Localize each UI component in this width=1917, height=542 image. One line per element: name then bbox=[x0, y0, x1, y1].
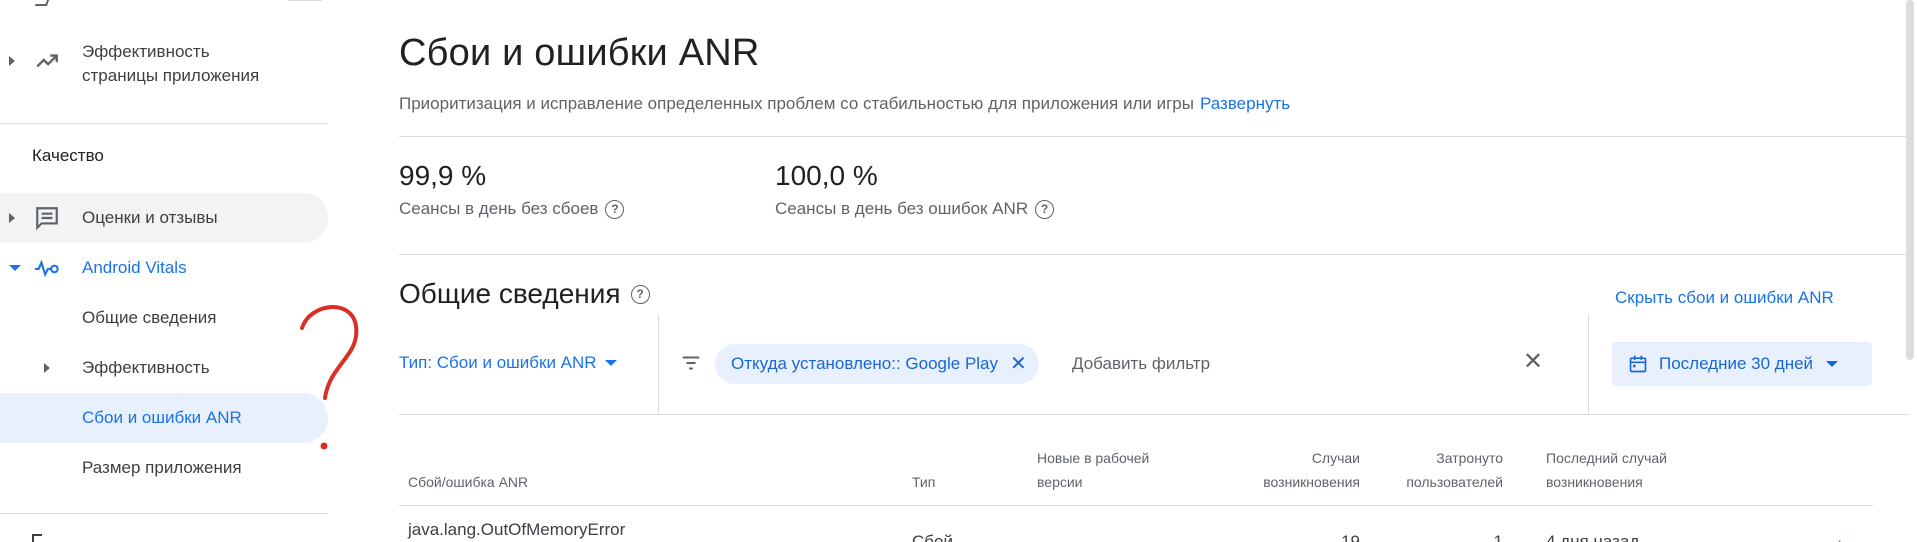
stat-label-text: Сеансы в день без ошибок ANR bbox=[775, 199, 1029, 218]
filter-chip-label: Откуда установлено:: Google Play bbox=[731, 354, 999, 373]
filter-bar-bottom-divider bbox=[399, 414, 1909, 415]
header-line-2: возникновения bbox=[1263, 474, 1360, 490]
sidebar-divider bbox=[0, 513, 328, 514]
type-dropdown[interactable]: Тип: Сбои и ошибки ANR bbox=[399, 353, 617, 373]
header-line-1: Последний случай bbox=[1546, 450, 1667, 466]
overview-heading: Общие сведения ? bbox=[399, 278, 650, 310]
sidebar-item-label: Общие сведения bbox=[82, 308, 217, 327]
cell-affected-users: 1 bbox=[1493, 532, 1503, 542]
sidebar-item-store-listing-performance[interactable]: Эффективность страницы приложения bbox=[0, 26, 328, 96]
expand-link[interactable]: Развернуть bbox=[1200, 94, 1290, 113]
expand-caret-icon[interactable] bbox=[9, 56, 15, 66]
sidebar-item-label: Эффективность bbox=[82, 358, 210, 377]
page-subtitle-text: Приоритизация и исправление определенных… bbox=[399, 94, 1194, 113]
vitals-icon bbox=[34, 255, 60, 281]
anr-free-sessions-label: Сеансы в день без ошибок ANR ? bbox=[775, 199, 1055, 219]
date-range-button[interactable]: Последние 30 дней bbox=[1612, 342, 1872, 386]
cell-name[interactable]: java.lang.OutOfMemoryError bbox=[408, 520, 625, 540]
type-dropdown-label: Тип: Сбои и ошибки ANR bbox=[399, 353, 597, 372]
column-header-affected-users[interactable]: Затронуто пользователей bbox=[1360, 446, 1503, 494]
filter-separator bbox=[658, 314, 659, 414]
sidebar-item-label: Android Vitals bbox=[82, 258, 187, 277]
sidebar-item-performance[interactable]: Эффективность bbox=[0, 343, 328, 393]
partial-next-item bbox=[32, 534, 42, 542]
partial-top-divider bbox=[288, 0, 322, 1]
sidebar-item-label: Сбои и ошибки ANR bbox=[82, 408, 242, 427]
question-mark-annotation bbox=[300, 305, 359, 450]
cell-type: Сбой bbox=[912, 532, 953, 542]
partial-top-icon bbox=[34, 0, 50, 6]
header-line-2: пользователей bbox=[1406, 474, 1503, 490]
message-icon bbox=[34, 205, 60, 231]
remove-filter-icon[interactable]: ✕ bbox=[1010, 354, 1027, 374]
sidebar-divider bbox=[0, 123, 328, 124]
label-line-2: страницы приложения bbox=[82, 66, 260, 85]
column-header-last-event[interactable]: Последний случай возникновения bbox=[1546, 446, 1667, 494]
crash-free-sessions-label: Сеансы в день без сбоев ? bbox=[399, 199, 625, 219]
label-line-1: Эффективность bbox=[82, 42, 210, 61]
expand-caret-icon[interactable] bbox=[9, 213, 15, 223]
expand-caret-icon[interactable] bbox=[44, 363, 50, 373]
crash-free-sessions-value: 99,9 % bbox=[399, 160, 487, 191]
sidebar-item-overview[interactable]: Общие сведения bbox=[0, 293, 328, 343]
filter-separator bbox=[1588, 314, 1589, 414]
overview-title: Общие сведения bbox=[399, 278, 621, 309]
sidebar-item-android-vitals[interactable]: Android Vitals bbox=[0, 243, 328, 293]
page-title: Сбои и ошибки ANR bbox=[399, 32, 760, 74]
header-line-1: Новые в рабочей bbox=[1037, 450, 1150, 466]
sidebar-item-label: Размер приложения bbox=[82, 458, 242, 477]
cell-last-event: 4 дня назад bbox=[1546, 532, 1640, 542]
sidebar: Эффективность страницы приложения Качест… bbox=[0, 0, 359, 542]
help-icon[interactable]: ? bbox=[630, 284, 650, 304]
sidebar-item-label: Эффективность страницы приложения bbox=[82, 40, 259, 88]
sidebar-item-ratings-reviews[interactable]: Оценки и отзывы bbox=[0, 193, 328, 243]
calendar-icon bbox=[1629, 355, 1647, 373]
clear-filters-icon[interactable]: ✕ bbox=[1523, 347, 1543, 376]
cell-events: 19 bbox=[1341, 532, 1360, 542]
column-header-name[interactable]: Сбой/ошибка ANR bbox=[408, 470, 528, 494]
section-divider bbox=[399, 254, 1909, 255]
page-scrollbar[interactable] bbox=[1906, 0, 1914, 360]
anr-free-sessions-value: 100,0 % bbox=[775, 160, 878, 191]
sidebar-item-label: Оценки и отзывы bbox=[82, 208, 218, 227]
hide-crashes-anrs-link[interactable]: Скрыть сбои и ошибки ANR bbox=[1615, 288, 1834, 308]
trending-up-icon bbox=[34, 48, 60, 74]
header-line-1: Случаи bbox=[1311, 450, 1360, 466]
help-icon[interactable]: ? bbox=[605, 199, 625, 219]
dropdown-arrow-icon bbox=[604, 360, 617, 366]
date-range-label: Последние 30 дней bbox=[1659, 354, 1814, 373]
column-header-new-in-release[interactable]: Новые в рабочей версии bbox=[1037, 446, 1149, 494]
arrow-right-icon[interactable]: → bbox=[1822, 524, 1848, 542]
section-divider bbox=[399, 136, 1909, 137]
column-header-type[interactable]: Тип bbox=[912, 470, 935, 494]
sidebar-item-app-size[interactable]: Размер приложения bbox=[0, 443, 328, 493]
collapse-caret-icon[interactable] bbox=[9, 265, 21, 271]
sidebar-item-crashes-anrs[interactable]: Сбои и ошибки ANR bbox=[0, 393, 328, 443]
page-subtitle: Приоритизация и исправление определенных… bbox=[399, 94, 1290, 114]
add-filter-input[interactable]: Добавить фильтр bbox=[1072, 354, 1210, 374]
table-header-divider bbox=[399, 505, 1873, 506]
column-header-events[interactable]: Случаи возникновения bbox=[1180, 446, 1360, 494]
stat-label-text: Сеансы в день без сбоев bbox=[399, 199, 599, 218]
header-line-2: возникновения bbox=[1546, 474, 1643, 490]
dropdown-arrow-icon bbox=[1826, 361, 1839, 367]
header-line-1: Затронуто bbox=[1436, 450, 1503, 466]
filter-chip-install-source[interactable]: Откуда установлено:: Google Play ✕ bbox=[715, 344, 1039, 384]
header-line-2: версии bbox=[1037, 474, 1083, 490]
help-icon[interactable]: ? bbox=[1035, 199, 1055, 219]
sidebar-section-quality: Качество bbox=[32, 146, 104, 165]
filter-icon[interactable] bbox=[680, 352, 702, 374]
